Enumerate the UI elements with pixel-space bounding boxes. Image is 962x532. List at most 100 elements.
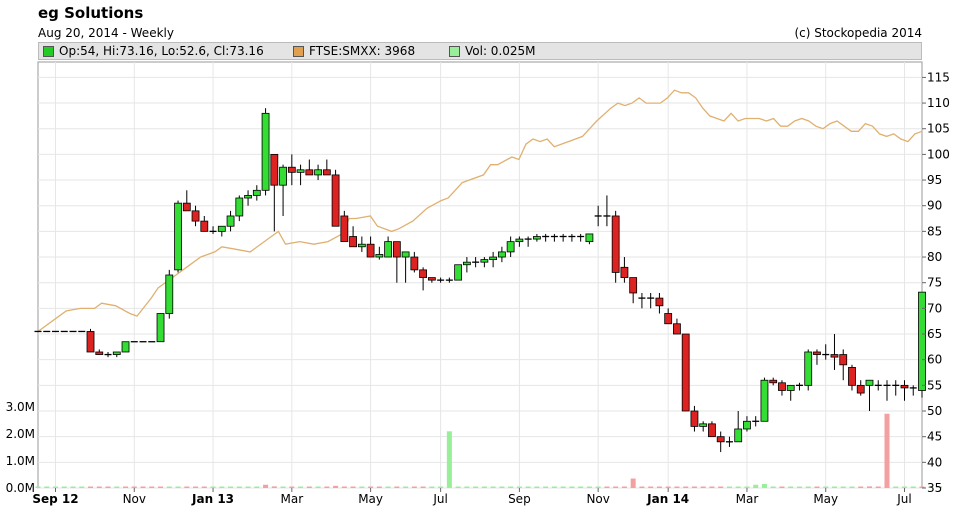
volume-bar (438, 486, 444, 488)
volume-bar (691, 486, 697, 488)
volume-bar (315, 486, 321, 488)
volume-bar (385, 486, 391, 488)
candle-body (804, 351, 813, 386)
volume-bar (464, 486, 470, 488)
volume-bar (149, 486, 155, 488)
price-tick-label: 105 (927, 122, 950, 136)
volume-bar (429, 486, 435, 488)
volume-bar (473, 486, 479, 488)
candle-body (611, 215, 620, 273)
price-tick-label: 90 (927, 199, 942, 213)
price-axis: 35 40 45 50 55 60 65 70 75 80 85 90 95 100 105 110 115 (922, 70, 950, 495)
volume-tick-label: 0.0M (6, 481, 35, 495)
volume-bar (53, 486, 59, 488)
date-tick-label: Nov (123, 492, 146, 506)
candle-body (384, 241, 392, 258)
volume-bar (648, 486, 654, 488)
candle-body (865, 379, 874, 386)
volume-bar (805, 486, 811, 488)
candle-body (743, 420, 751, 430)
candle-body (314, 169, 322, 176)
volume-bar (709, 486, 715, 488)
candle-body (156, 313, 165, 343)
volume-bar (814, 486, 820, 488)
volume-bar (341, 486, 347, 488)
candle-body (95, 351, 104, 355)
candle-body (244, 195, 252, 199)
candle-body (848, 366, 856, 386)
date-tick-label: May (813, 492, 838, 506)
volume-bar (788, 486, 794, 488)
volume-bar (831, 486, 837, 488)
price-tick-label: 75 (927, 276, 942, 290)
candle-body (830, 354, 839, 358)
price-tick-label: 115 (927, 70, 950, 84)
volume-bar (490, 486, 496, 488)
price-tick-label: 85 (927, 224, 942, 238)
candle-body (401, 251, 410, 258)
candle-body (349, 236, 357, 248)
volume-bar (840, 486, 846, 488)
volume-bar (79, 486, 85, 488)
volume-bar (289, 486, 295, 488)
volume-bar (569, 486, 575, 488)
volume-bar (779, 486, 785, 488)
date-tick-label: Sep 12 (32, 492, 78, 506)
volume-bar (893, 486, 899, 488)
volume-bar (910, 486, 916, 488)
candle-body (664, 313, 673, 325)
date-tick-label: Nov (586, 492, 609, 506)
volume-bar (761, 483, 767, 488)
candle-body (585, 233, 594, 243)
candle-body (322, 169, 331, 176)
volume-bar (88, 486, 94, 488)
volume-bar (44, 486, 50, 488)
candle-body (462, 261, 471, 266)
volume-bar (280, 486, 286, 488)
volume-bar (508, 486, 514, 488)
candle-body (778, 382, 786, 391)
volume-bar (166, 486, 172, 488)
date-tick-label: Mar (281, 492, 304, 506)
volume-bar (123, 486, 129, 488)
volume-bar (35, 486, 41, 488)
candle-body (279, 166, 287, 186)
volume-bar (849, 486, 855, 488)
candle-body (270, 153, 279, 186)
volume-bar (306, 486, 312, 488)
volume-bar (61, 486, 67, 488)
volume-bar (901, 486, 907, 488)
candle-body (681, 333, 690, 412)
volume-bar (718, 486, 724, 488)
date-tick-label: Mar (736, 492, 759, 506)
volume-bar (114, 486, 120, 488)
volume-bar (403, 486, 409, 488)
volume-bar (70, 486, 76, 488)
volume-bar (455, 486, 461, 488)
volume-bar (376, 486, 382, 488)
candle-body (506, 241, 515, 253)
volume-bar (420, 486, 426, 488)
candle-body (165, 274, 174, 314)
candle-body (174, 202, 182, 271)
volume-bar (866, 486, 872, 488)
volume-bar (298, 486, 304, 488)
candle-body (121, 341, 130, 353)
volume-bar (858, 486, 864, 488)
candle-body (918, 291, 926, 391)
volume-bar (665, 486, 671, 488)
candlestick-series (34, 108, 926, 453)
volume-bar (796, 486, 802, 488)
date-axis: Sep 12 Nov Jan 13 Mar May Jul Sep Nov Jan 14 Mar M… (32, 488, 912, 506)
candle-body (629, 277, 638, 294)
volume-bar (219, 486, 225, 488)
candle-body (716, 436, 725, 443)
volume-bar (96, 486, 102, 488)
volume-bar (245, 486, 251, 488)
candle-body (655, 297, 664, 307)
volume-bar (254, 486, 260, 488)
candle-body (86, 331, 95, 353)
candle-body (673, 323, 681, 335)
candle-body (261, 112, 270, 191)
volume-bar (726, 486, 732, 488)
